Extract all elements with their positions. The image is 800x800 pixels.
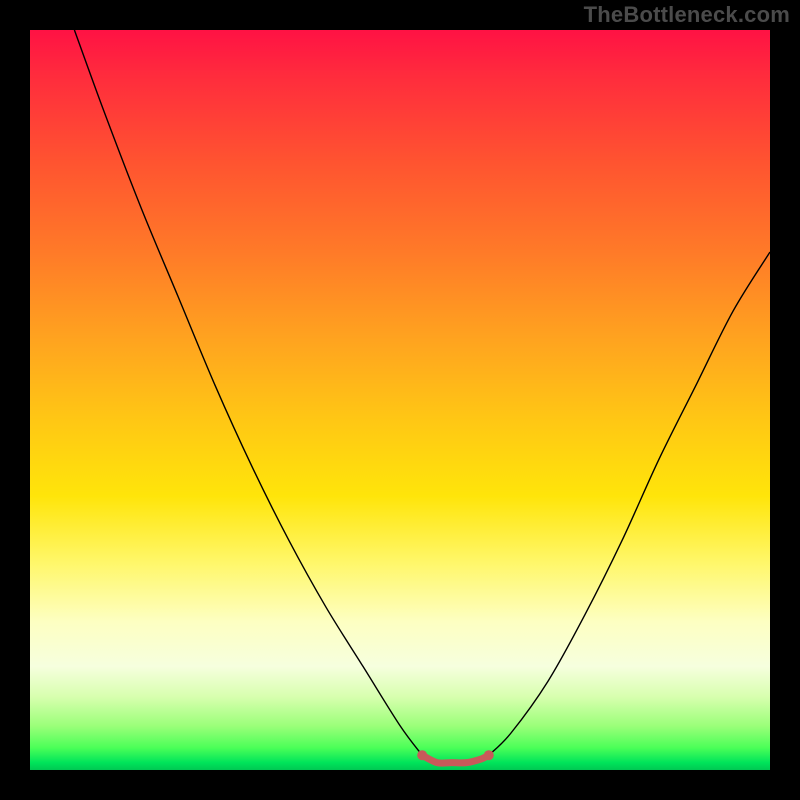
valley-highlight [422, 755, 489, 763]
highlight-dot-right [484, 750, 494, 760]
highlight-dot-left [417, 750, 427, 760]
chart-plot-area [30, 30, 770, 770]
curve-right-branch [489, 252, 770, 755]
watermark-text: TheBottleneck.com [584, 2, 790, 28]
chart-frame: TheBottleneck.com [0, 0, 800, 800]
curve-left-branch [74, 30, 422, 755]
chart-svg [30, 30, 770, 770]
